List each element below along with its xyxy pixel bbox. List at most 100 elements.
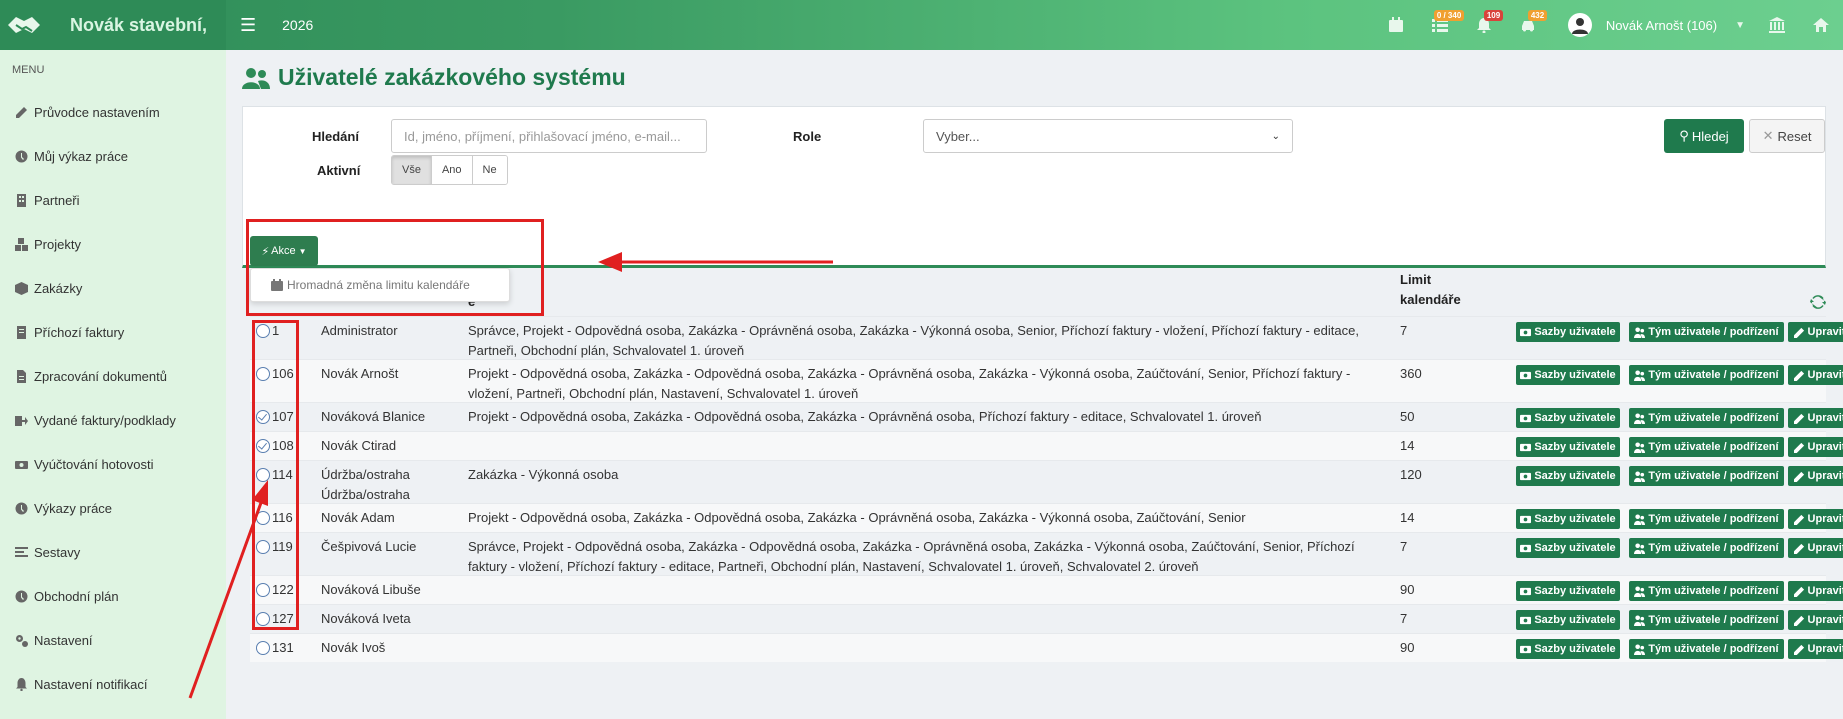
row-calendar-limit: 90: [1400, 640, 1415, 655]
user-team-button-label: Tým uživatele / podřízení: [1648, 470, 1779, 482]
sidebar-item-14[interactable]: Nastavení notifikací: [0, 662, 226, 706]
row-roles-line2: faktury - vložení, Příchozí faktury - ed…: [468, 559, 1199, 574]
sidebar-item-label: Obchodní plán: [34, 588, 119, 604]
user-rates-button[interactable]: Sazby uživatele: [1516, 538, 1620, 558]
edit-button[interactable]: Upravit: [1788, 639, 1843, 659]
vehicles-button[interactable]: 432: [1506, 0, 1550, 50]
user-team-button[interactable]: Tým uživatele / podřízení: [1629, 365, 1784, 385]
reset-button[interactable]: ✕ Reset: [1749, 119, 1825, 153]
user-rates-button[interactable]: Sazby uživatele: [1516, 408, 1620, 428]
pencil-icon: [1793, 471, 1804, 482]
sidebar-item-12[interactable]: Obchodní plán: [0, 574, 226, 618]
user-team-button[interactable]: Tým uživatele / podřízení: [1629, 538, 1784, 558]
user-menu[interactable]: Novák Arnošt (106) ▼: [1567, 13, 1745, 37]
sidebar-item-9[interactable]: Vyúčtování hotovosti: [0, 442, 226, 486]
user-team-button[interactable]: Tým uživatele / podřízení: [1629, 610, 1784, 630]
user-team-button[interactable]: Tým uživatele / podřízení: [1629, 581, 1784, 601]
sidebar-item-7[interactable]: Zpracování dokumentů: [0, 354, 226, 398]
sidebar-item-11[interactable]: Sestavy: [0, 530, 226, 574]
sidebar-item-2[interactable]: Můj výkaz práce: [0, 134, 226, 178]
home-button[interactable]: [1799, 0, 1843, 50]
pencil-icon: [1793, 413, 1804, 424]
search-button[interactable]: ⚲ Hledej: [1664, 119, 1744, 153]
document-icon: [14, 369, 28, 383]
user-rates-button[interactable]: Sazby uživatele: [1516, 581, 1620, 601]
row-roles-line2: Partneři, Obchodní plán, Schvalovatel 1.…: [468, 343, 745, 358]
money-icon: [1520, 587, 1532, 595]
edit-button[interactable]: Upravit: [1788, 509, 1843, 529]
user-team-button[interactable]: Tým uživatele / podřízení: [1629, 322, 1784, 342]
annotation-box-actions: [246, 219, 544, 316]
year-selector[interactable]: 2026: [282, 17, 313, 33]
sidebar-item-13[interactable]: Nastavení: [0, 618, 226, 662]
header-calendar-limit[interactable]: Limit kalendáře: [1400, 270, 1461, 310]
notifications-button[interactable]: 109: [1462, 0, 1506, 50]
active-option-no[interactable]: Ne: [472, 156, 507, 184]
users-icon: [1634, 585, 1646, 597]
row-select-radio[interactable]: [256, 641, 270, 655]
sidebar-item-1[interactable]: Průvodce nastavením: [0, 90, 226, 134]
search-button-label: Hledej: [1691, 128, 1729, 144]
edit-button[interactable]: Upravit: [1788, 437, 1843, 457]
user-rates-button[interactable]: Sazby uživatele: [1516, 322, 1620, 342]
user-rates-button[interactable]: Sazby uživatele: [1516, 466, 1620, 486]
sidebar-item-6[interactable]: Příchozí faktury: [0, 310, 226, 354]
user-rates-button[interactable]: Sazby uživatele: [1516, 610, 1620, 630]
edit-button-label: Upravit: [1807, 585, 1843, 597]
sidebar-item-label: Partneři: [34, 192, 80, 208]
sidebar-item-4[interactable]: Projekty: [0, 222, 226, 266]
active-option-yes[interactable]: Ano: [431, 156, 473, 184]
role-select[interactable]: Vyber... ⌄: [923, 119, 1293, 153]
edit-button[interactable]: Upravit: [1788, 365, 1843, 385]
user-rates-button[interactable]: Sazby uživatele: [1516, 437, 1620, 457]
user-team-button[interactable]: Tým uživatele / podřízení: [1629, 466, 1784, 486]
sidebar-item-5[interactable]: Zakázky: [0, 266, 226, 310]
sidebar-item-8[interactable]: Vydané faktury/podklady: [0, 398, 226, 442]
sidebar-item-3[interactable]: Partneři: [0, 178, 226, 222]
row-roles: Správce, Projekt - Odpovědná osoba, Zaká…: [468, 321, 1368, 361]
user-rates-button-label: Sazby uživatele: [1534, 513, 1616, 525]
clock-icon: [14, 501, 28, 515]
sidebar-item-10[interactable]: Výkazy práce: [0, 486, 226, 530]
tasks-button[interactable]: 0 / 340: [1418, 0, 1465, 50]
row-calendar-limit: 7: [1400, 323, 1408, 338]
user-team-button-label: Tým uživatele / podřízení: [1648, 513, 1779, 525]
institution-button[interactable]: [1755, 0, 1799, 50]
gears-icon: [14, 633, 28, 647]
cubes-icon: [14, 237, 28, 251]
edit-button-label: Upravit: [1807, 326, 1843, 338]
row-name-line1: Novák Arnošt: [321, 366, 399, 381]
edit-button[interactable]: Upravit: [1788, 408, 1843, 428]
invoice-icon: [14, 325, 28, 339]
edit-button[interactable]: Upravit: [1788, 322, 1843, 342]
search-input[interactable]: Id, jméno, příjmení, přihlašovací jméno,…: [391, 119, 707, 153]
user-rates-button[interactable]: Sazby uživatele: [1516, 509, 1620, 529]
brand[interactable]: Novák stavební,: [0, 0, 226, 50]
edit-button[interactable]: Upravit: [1788, 581, 1843, 601]
sidebar-item-label: Zakázky: [34, 280, 83, 296]
money-icon: [1520, 328, 1532, 336]
table-row: 107 Nováková Blanice Projekt - Odpovědná o…: [250, 402, 1843, 431]
user-team-button[interactable]: Tým uživatele / podřízení: [1629, 408, 1784, 428]
menu-title: MENU: [12, 64, 45, 76]
header-limit-line1: Limit: [1400, 272, 1432, 287]
calendar-button[interactable]: [1374, 0, 1418, 50]
user-rates-button[interactable]: Sazby uživatele: [1516, 365, 1620, 385]
sidebar-item-label: Průvodce nastavením: [34, 104, 160, 120]
refresh-icon[interactable]: [1810, 294, 1826, 310]
money-icon: [1520, 645, 1532, 653]
page-title-text: Uživatelé zakázkového systému: [278, 64, 626, 90]
user-team-button[interactable]: Tým uživatele / podřízení: [1629, 437, 1784, 457]
money-icon: [1520, 371, 1532, 379]
edit-button[interactable]: Upravit: [1788, 466, 1843, 486]
row-name: Nováková Libuše: [321, 580, 421, 600]
user-team-button[interactable]: Tým uživatele / podřízení: [1629, 509, 1784, 529]
row-calendar-limit: 14: [1400, 438, 1415, 453]
user-team-button[interactable]: Tým uživatele / podřízení: [1629, 639, 1784, 659]
edit-button[interactable]: Upravit: [1788, 610, 1843, 630]
hamburger-menu-icon[interactable]: ☰: [240, 15, 256, 36]
sidebar-item-label: Nastavení notifikací: [34, 676, 148, 692]
user-rates-button[interactable]: Sazby uživatele: [1516, 639, 1620, 659]
edit-button[interactable]: Upravit: [1788, 538, 1843, 558]
active-option-all[interactable]: Vše: [392, 156, 432, 184]
